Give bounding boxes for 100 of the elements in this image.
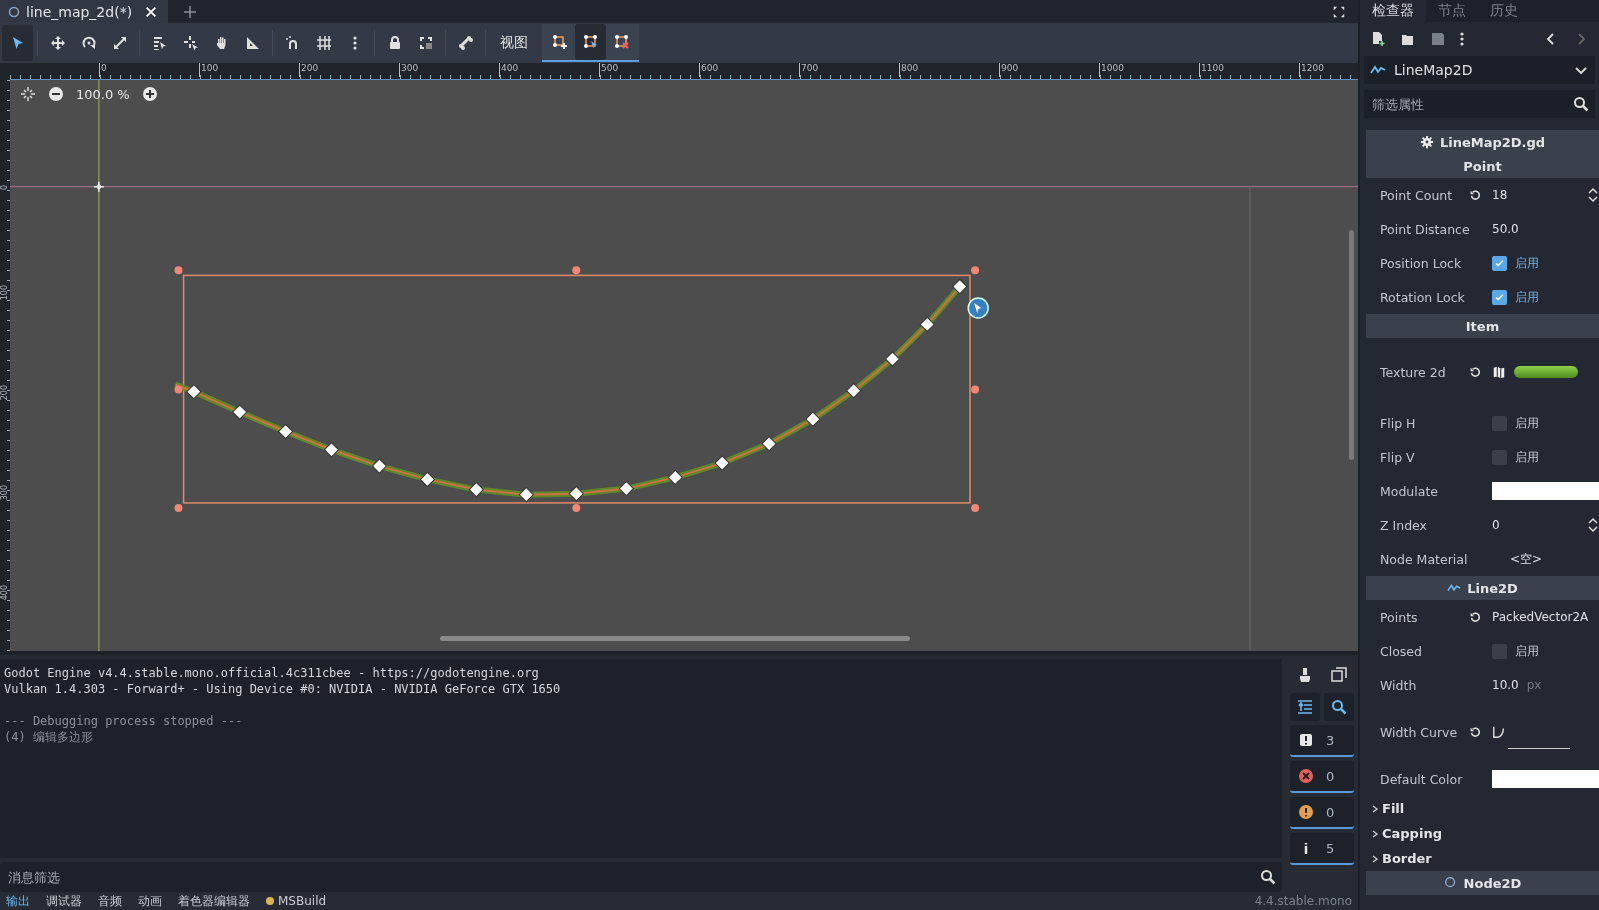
property-value[interactable]: 18	[1492, 188, 1508, 202]
list-icon	[1297, 699, 1313, 715]
resize-handle[interactable]	[174, 266, 183, 275]
dock-tab[interactable]: 节点	[1426, 0, 1478, 22]
expand-icon	[1332, 4, 1346, 19]
curve-point[interactable]	[419, 471, 435, 487]
property-label: Modulate	[1380, 483, 1439, 499]
curve-point[interactable]	[761, 436, 777, 452]
message-filter-input[interactable]: 消息筛选	[6, 868, 1260, 886]
curve-point[interactable]	[518, 487, 534, 503]
bottom-panel-tab[interactable]: 调试器	[46, 892, 82, 910]
resize-handle[interactable]	[174, 385, 183, 394]
vertical-scrollbar[interactable]	[1349, 230, 1354, 460]
dock-tab[interactable]: 历史	[1478, 0, 1530, 22]
revert-button[interactable]	[1468, 188, 1482, 202]
revert-button[interactable]	[1468, 725, 1482, 739]
ruler-label: 500	[599, 63, 619, 77]
message-filter-field[interactable]: 消息筛选	[0, 862, 1282, 892]
property-value[interactable]: 10.0	[1492, 678, 1519, 692]
ruler-label: 100	[199, 63, 219, 77]
curve-point[interactable]	[232, 404, 248, 420]
bottom-panel-tab[interactable]: 着色器编辑器	[178, 892, 250, 910]
bottom-panel-tab[interactable]: MSBuild	[266, 894, 327, 908]
origin-crosshair-icon	[93, 180, 105, 193]
property-label: Width	[1380, 677, 1418, 693]
bottom-panel-tab[interactable]: 音频	[98, 892, 122, 910]
curve-point[interactable]	[371, 458, 387, 474]
curve-icon	[1492, 724, 1506, 740]
resize-handle[interactable]	[572, 266, 581, 275]
zoom-level: 100.0 %	[76, 86, 130, 102]
curve-point[interactable]	[278, 423, 294, 440]
curve-point[interactable]	[468, 482, 484, 498]
view-menu[interactable]: 视图	[490, 25, 538, 61]
move-icon	[49, 35, 66, 51]
search-button[interactable]	[1324, 693, 1354, 721]
resize-handle[interactable]	[971, 504, 980, 512]
select-tool-button[interactable]	[2, 25, 33, 61]
curve-point[interactable]	[618, 481, 634, 497]
search-icon	[1260, 869, 1276, 885]
edit-points-button[interactable]	[575, 24, 606, 60]
resize-handle[interactable]	[971, 266, 980, 275]
error-filter-button[interactable]: 0	[1290, 761, 1354, 793]
new-resource-button[interactable]	[1370, 31, 1386, 47]
curve-point[interactable]	[884, 351, 901, 367]
revert-button[interactable]	[1468, 610, 1482, 624]
list-cursor-icon	[151, 35, 168, 51]
delete-points-icon	[613, 34, 630, 50]
close-button[interactable]	[144, 4, 159, 19]
more-button[interactable]	[1460, 32, 1464, 46]
property-value[interactable]: 50.0	[1492, 222, 1519, 236]
property-value[interactable]: 0	[1492, 518, 1500, 532]
revert-button[interactable]	[1468, 365, 1482, 379]
curve-point[interactable]	[846, 383, 862, 399]
search-icon	[1573, 96, 1589, 112]
dock-tab[interactable]: 检查器	[1360, 0, 1426, 22]
checkbox[interactable]	[1492, 255, 1507, 271]
zoom-in-button[interactable]	[141, 86, 158, 102]
info-filter-button[interactable]: 5	[1290, 833, 1354, 865]
save-resource-button[interactable]	[1430, 31, 1446, 47]
map-icon	[1492, 365, 1506, 379]
bottom-panel-tab[interactable]: 动画	[138, 892, 162, 910]
property-filter-input[interactable]: 筛选属性	[1370, 95, 1573, 113]
color-swatch[interactable]	[1492, 770, 1599, 788]
collapse-button[interactable]	[1290, 693, 1320, 721]
curve-point[interactable]	[186, 384, 202, 400]
check-icon	[1494, 257, 1505, 269]
property-value[interactable]: <空>	[1510, 550, 1543, 568]
property-label: Flip V	[1380, 449, 1416, 465]
grid-icon	[315, 35, 332, 51]
property-value[interactable]: PackedVector2A	[1492, 610, 1589, 624]
property-group-toggle[interactable]: Fill	[1366, 796, 1599, 821]
log-line: (4) 编辑多边形	[4, 729, 94, 745]
bottom-panel-tab[interactable]: 输出	[6, 892, 30, 910]
node-selector-dropdown[interactable]: LineMap2D	[1364, 56, 1595, 84]
spinner-icon	[1587, 187, 1599, 203]
warning-filter-button[interactable]: 0	[1290, 797, 1354, 829]
property-filter-field[interactable]: 筛选属性	[1364, 90, 1595, 118]
curve-point[interactable]	[667, 469, 683, 485]
resize-handle[interactable]	[971, 385, 980, 394]
curve-point[interactable]	[323, 442, 340, 458]
curve-point[interactable]	[952, 279, 968, 295]
center-icon	[20, 86, 36, 102]
circle-icon	[1443, 876, 1458, 890]
scene-tab[interactable]: line_map_2d(*)	[0, 0, 169, 23]
zoom-out-button[interactable]	[48, 86, 64, 102]
curve-point[interactable]	[919, 316, 935, 332]
search-icon	[1331, 699, 1347, 715]
resize-handle[interactable]	[572, 504, 581, 512]
curve-point[interactable]	[568, 486, 584, 502]
horizontal-scrollbar[interactable]	[440, 636, 910, 641]
property-group-toggle[interactable]: Border	[1366, 846, 1599, 871]
message-filter-button[interactable]: 3	[1290, 725, 1354, 757]
curve-point[interactable]	[805, 411, 821, 427]
color-swatch[interactable]	[1492, 482, 1599, 500]
curve-point[interactable]	[714, 455, 730, 471]
log-line: Godot Engine v4.4.stable.mono.official.4c311cbee - https://godotengine.org	[4, 665, 540, 681]
checkbox[interactable]	[1492, 289, 1507, 305]
resize-handle[interactable]	[174, 504, 183, 512]
zoom-reset-button[interactable]	[20, 86, 36, 102]
property-group-toggle[interactable]: Capping	[1366, 821, 1599, 846]
